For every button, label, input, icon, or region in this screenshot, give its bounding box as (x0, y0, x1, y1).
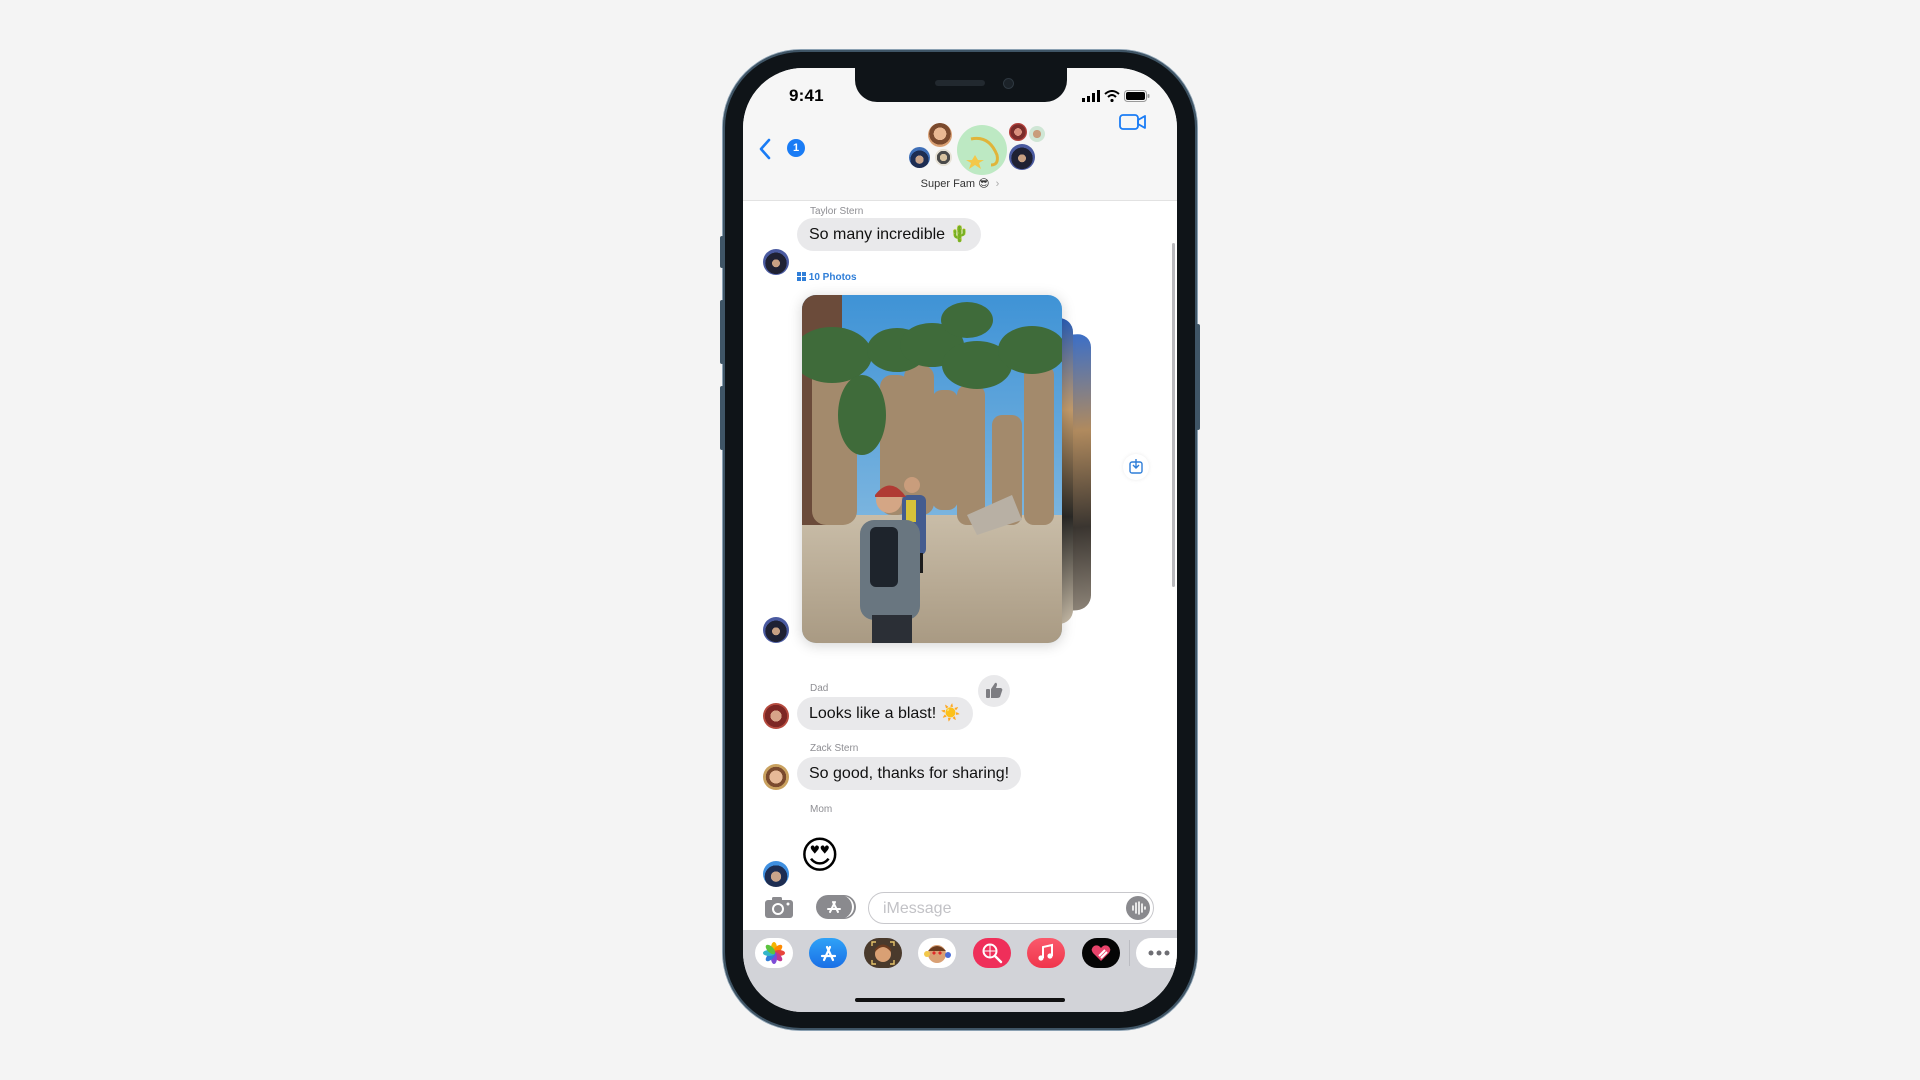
app-memoji-stickers[interactable] (918, 938, 956, 968)
sender-name: Dad (810, 683, 829, 694)
cellular-signal-icon (1082, 90, 1100, 102)
side-button (1196, 324, 1200, 430)
conversation-header: 9:41 1 Super Fam 😎 › (743, 68, 1177, 201)
images-search-icon (982, 943, 1003, 964)
avatar-member (1009, 123, 1027, 141)
avatar-member (1029, 126, 1045, 142)
emoji-message[interactable]: 😍 (800, 836, 840, 876)
group-photo-avatar (957, 125, 1007, 175)
audio-message-button[interactable] (1126, 896, 1150, 920)
compose-bar (743, 890, 1177, 928)
back-button[interactable]: 1 (757, 137, 807, 161)
photo-grid-icon (797, 272, 806, 281)
group-name: Super Fam 😎 (920, 178, 990, 190)
drawer-divider (1129, 940, 1130, 966)
photos-app-icon (763, 942, 785, 964)
app-drawer (743, 930, 1177, 1012)
message-field[interactable] (868, 892, 1154, 924)
notch (855, 68, 1067, 102)
message-bubble[interactable]: So good, thanks for sharing! (797, 757, 1022, 790)
app-photos[interactable] (755, 938, 793, 968)
scrollbar[interactable] (1172, 243, 1175, 587)
app-images-search[interactable] (973, 938, 1011, 968)
wifi-icon (1104, 90, 1120, 102)
sender-name: Taylor Stern (810, 206, 864, 217)
thumbs-up-icon (986, 682, 1003, 698)
earpiece-speaker (935, 80, 985, 86)
tapback-bubble[interactable] (978, 675, 1010, 707)
desert-palm-photo (802, 295, 1062, 643)
avatar-member (935, 149, 952, 166)
app-digital-touch[interactable] (1082, 938, 1120, 968)
group-avatar-cluster[interactable] (903, 123, 1053, 177)
photo-stack-top-image[interactable] (802, 295, 1062, 643)
message-bubble[interactable]: So many incredible 🌵 (797, 218, 982, 251)
message-input[interactable] (881, 899, 1105, 919)
avatar-member (928, 123, 952, 147)
apps-button[interactable] (816, 895, 852, 919)
sender-name: Zack Stern (810, 743, 859, 754)
save-photos-button[interactable] (1123, 454, 1149, 480)
chevron-left-icon (759, 138, 771, 160)
digital-touch-icon (1091, 945, 1111, 961)
app-music[interactable] (1027, 938, 1065, 968)
photo-count-link[interactable]: 10 Photos (797, 272, 857, 283)
memoji-icon (871, 941, 895, 965)
status-time: 9:41 (789, 86, 824, 105)
battery-icon (1124, 90, 1150, 102)
app-memoji[interactable] (864, 938, 902, 968)
messages-screen: 9:41 1 Super Fam 😎 › Taylor Stern So man… (743, 68, 1177, 1012)
app-more[interactable] (1136, 938, 1177, 968)
music-icon (1038, 943, 1053, 961)
avatar-taylor-stern (763, 249, 789, 275)
group-name-link[interactable]: Super Fam 😎 › (743, 177, 1177, 190)
shooting-star-icon (966, 136, 999, 169)
more-icon (1148, 950, 1170, 956)
home-indicator[interactable] (855, 998, 1065, 1002)
volume-up-button (720, 300, 724, 364)
app-store-icon (820, 945, 837, 962)
save-to-library-icon (1129, 459, 1143, 474)
video-camera-icon[interactable] (1119, 112, 1147, 132)
volume-down-button (720, 386, 724, 450)
message-bubble[interactable]: Looks like a blast! ☀️ (797, 697, 973, 730)
avatar-member (1009, 144, 1035, 170)
avatar-mom (763, 861, 789, 887)
avatar-zack-stern (763, 764, 789, 790)
avatar-dad (763, 703, 789, 729)
photo-count: 10 Photos (808, 272, 857, 283)
avatar-member (909, 147, 930, 168)
unread-badge: 1 (787, 139, 805, 157)
app-store-icon (827, 901, 841, 913)
app-app-store[interactable] (809, 938, 847, 968)
audio-waveform-icon (1132, 901, 1146, 915)
chevron-right-icon: › (995, 178, 1000, 190)
camera-icon[interactable] (764, 895, 794, 919)
action-button (720, 236, 724, 268)
sender-name: Mom (810, 804, 833, 815)
avatar-taylor-stern (763, 617, 789, 643)
front-camera (1003, 78, 1014, 89)
memoji-stickers-icon (924, 945, 951, 963)
